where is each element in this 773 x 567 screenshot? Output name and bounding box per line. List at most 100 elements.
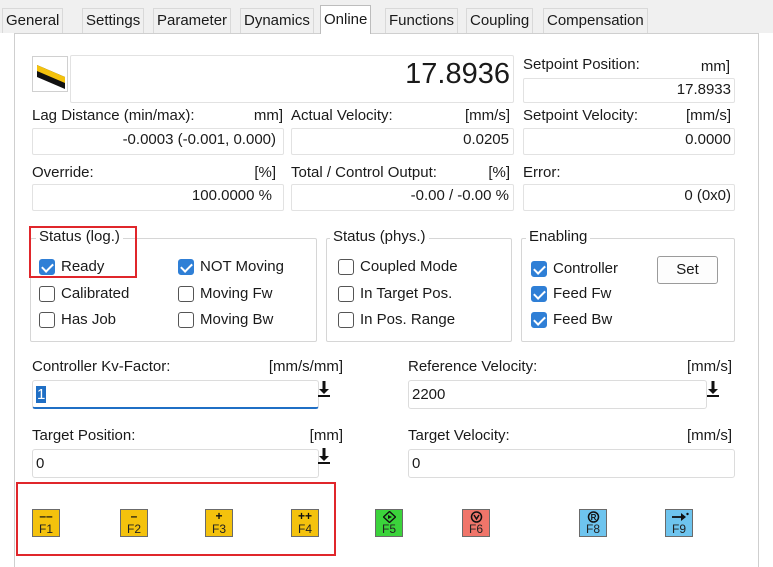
f6-key-label: F6: [468, 522, 483, 536]
tab-parameter[interactable]: Parameter: [153, 8, 232, 33]
setpoint-position-value: 17.8933: [676, 81, 731, 98]
has-job-check-icon: [39, 311, 55, 328]
error-label: Error:: [523, 164, 561, 181]
setpoint-velocity-value: 0.0000: [685, 131, 731, 148]
ref-velocity-label: Reference Velocity:: [408, 358, 538, 375]
target-position-unit: [mm]: [309, 427, 343, 444]
f4-jog-fast-forward-button[interactable]: ++ F4: [291, 509, 319, 537]
moving-fw-checkbox[interactable]: Moving Fw: [178, 285, 273, 302]
target-velocity-unit: [mm/s]: [687, 427, 732, 444]
not-moving-label: NOT Moving: [200, 258, 284, 275]
actual-velocity-unit: [mm/s]: [465, 107, 510, 124]
lag-distance-label: Lag Distance (min/max):: [32, 107, 195, 124]
tab-dynamics[interactable]: Dynamics: [240, 8, 314, 33]
tab-functions[interactable]: Functions: [385, 8, 459, 33]
tab-online[interactable]: Online: [320, 5, 372, 34]
f9-go-to-position-button[interactable]: F9: [665, 509, 693, 537]
jog-keys-highlight-box: [16, 482, 336, 556]
in-target-pos-checkbox[interactable]: In Target Pos.: [338, 285, 452, 302]
feed-fw-label: Feed Fw: [553, 285, 612, 302]
ref-velocity-unit: [mm/s]: [687, 358, 732, 375]
tab-coupling[interactable]: Coupling: [466, 8, 534, 33]
controller-label: Controller: [553, 260, 619, 277]
has-job-checkbox[interactable]: Has Job: [39, 311, 116, 328]
feed-bw-checkbox[interactable]: Feed Bw: [531, 311, 612, 328]
f3-jog-forward-button[interactable]: + F3: [205, 509, 233, 537]
feed-bw-label: Feed Bw: [553, 311, 613, 328]
axis-logo-icon: [32, 56, 68, 92]
not-moving-checkbox[interactable]: NOT Moving: [178, 258, 284, 275]
plus-icon: +: [215, 509, 223, 523]
tab-general[interactable]: General: [2, 8, 64, 33]
kv-factor-value: 1: [36, 386, 47, 403]
total-output-value: -0.00 / -0.00 %: [410, 187, 509, 204]
target-position-download-icon[interactable]: [317, 448, 333, 466]
tab-settings[interactable]: Settings: [82, 8, 145, 33]
moving-bw-checkbox[interactable]: Moving Bw: [178, 311, 273, 328]
double-plus-icon: ++: [297, 509, 312, 523]
target-velocity-value: 0: [412, 455, 421, 472]
ref-velocity-download-icon[interactable]: [706, 381, 722, 399]
setpoint-position-label: Setpoint Position:: [523, 56, 640, 73]
kv-factor-unit: [mm/s/mm]: [268, 358, 343, 375]
in-pos-range-check-icon: [338, 311, 354, 328]
target-velocity-label: Target Velocity:: [408, 427, 510, 444]
override-unit: [%]: [254, 164, 276, 181]
f8-reset-button[interactable]: R F8: [579, 509, 607, 537]
f2-key-label: F2: [126, 522, 141, 536]
moving-bw-check-icon: [178, 311, 194, 328]
total-output-unit: [%]: [488, 164, 510, 181]
controller-checkbox[interactable]: Controller: [531, 260, 618, 277]
not-moving-check-icon: [178, 258, 194, 275]
tab-compensation[interactable]: Compensation: [543, 8, 648, 33]
ref-velocity-value: 2200: [412, 386, 446, 403]
f4-key-label: F4: [297, 522, 312, 536]
setpoint-velocity-label: Setpoint Velocity:: [523, 107, 639, 124]
f8-key-label: F8: [585, 522, 600, 536]
coupled-mode-label: Coupled Mode: [360, 258, 458, 275]
total-output-label: Total / Control Output:: [291, 164, 437, 181]
moving-fw-check-icon: [178, 285, 194, 302]
coupled-mode-check-icon: [338, 258, 354, 275]
lag-distance-unit: mm]: [253, 107, 283, 124]
ref-velocity-input[interactable]: 2200: [408, 380, 707, 409]
f1-key-label: F1: [38, 522, 53, 536]
kv-factor-download-icon[interactable]: [317, 381, 333, 399]
target-position-label: Target Position:: [32, 427, 136, 444]
actual-velocity-label: Actual Velocity:: [291, 107, 393, 124]
error-value: 0 (0x0): [684, 187, 731, 204]
calibrated-checkbox[interactable]: Calibrated: [39, 285, 129, 302]
set-button[interactable]: Set: [657, 256, 718, 284]
moving-bw-label: Moving Bw: [200, 311, 274, 328]
f9-key-label: F9: [671, 522, 686, 536]
in-target-pos-label: In Target Pos.: [360, 285, 453, 302]
f6-stop-button[interactable]: F6: [462, 509, 490, 537]
feed-fw-checkbox[interactable]: Feed Fw: [531, 285, 611, 302]
enabling-title: Enabling: [526, 228, 591, 245]
moving-fw-label: Moving Fw: [200, 285, 273, 302]
f5-start-button[interactable]: F5: [375, 509, 403, 537]
double-minus-icon: ––: [39, 509, 53, 523]
target-velocity-input[interactable]: 0: [408, 449, 735, 478]
kv-factor-label: Controller Kv-Factor:: [32, 358, 171, 375]
kv-factor-input[interactable]: 1: [32, 380, 319, 409]
setpoint-position-unit: mm]: [700, 58, 730, 75]
target-position-value: 0: [36, 455, 45, 472]
actual-velocity-value: 0.0205: [463, 131, 509, 148]
coupled-mode-checkbox[interactable]: Coupled Mode: [338, 258, 458, 275]
f5-key-label: F5: [381, 522, 396, 536]
calibrated-check-icon: [39, 285, 55, 302]
minus-icon: –: [130, 509, 138, 523]
has-job-label: Has Job: [61, 311, 117, 328]
target-position-input[interactable]: 0: [32, 449, 319, 478]
calibrated-label: Calibrated: [61, 285, 130, 302]
f1-jog-fast-backward-button[interactable]: –– F1: [32, 509, 60, 537]
f2-jog-backward-button[interactable]: – F2: [120, 509, 148, 537]
in-pos-range-checkbox[interactable]: In Pos. Range: [338, 311, 455, 328]
lag-distance-value: -0.0003 (-0.001, 0.000): [122, 131, 276, 148]
f3-key-label: F3: [211, 522, 226, 536]
position-value: 17.8936: [405, 58, 510, 90]
controller-check-icon: [531, 260, 547, 277]
feed-bw-check-icon: [531, 311, 547, 328]
status-phys-title: Status (phys.): [330, 228, 429, 245]
